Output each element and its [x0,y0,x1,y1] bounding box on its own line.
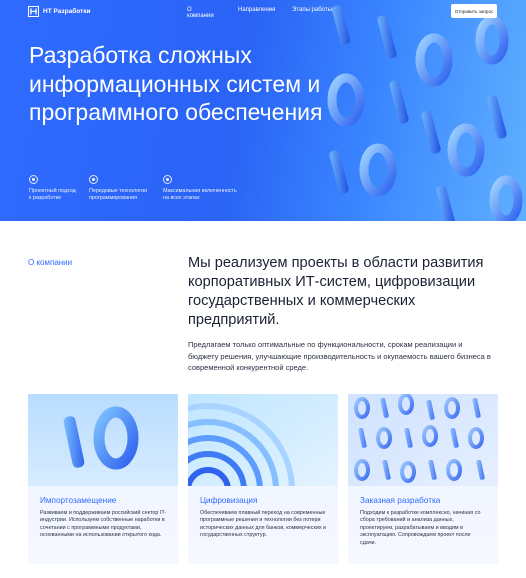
card-title: Импортозамещение [40,496,117,505]
card-digitalization[interactable]: Цифровизация Обеспечиваем плавный перехо… [188,394,338,564]
about-lead-text: Мы реализуем проекты в области развития … [188,255,484,328]
hero-title: Разработка сложных информационных систем… [29,42,323,125]
card-description: Обеспечиваем плавный переход на современ… [200,510,327,539]
top-nav: НТ Разработки О компании Направления Эта… [0,0,526,22]
hero-illustration [327,5,523,221]
card-title: Цифровизация [200,496,258,505]
logo[interactable]: НТ Разработки [28,6,91,17]
about-body-text: Предлагаем только оптимальные по функцио… [188,340,491,372]
hero-section: НТ Разработки О компании Направления Эта… [0,0,526,221]
hero-features: Проектный подход к разработке Передовые … [29,175,289,205]
feature-text: Максимальная включенность на всех этапах [163,188,237,201]
nav-link-about[interactable]: О компании [187,7,214,19]
feature-item: Передовые технологии программирования [89,175,147,201]
card-description: Подходим к разработке комплексно, начина… [360,510,481,546]
about-section-label: О компании [28,258,73,267]
send-request-button[interactable]: Отправить запрос [451,4,497,18]
card-illustration [28,394,178,486]
card-import-substitution[interactable]: Импортозамещение Развиваем и поддерживае… [28,394,178,564]
nav-link-directions[interactable]: Направления [238,7,275,13]
feature-item: Максимальная включенность на всех этапах [163,175,237,201]
card-description: Развиваем и поддерживаем российский сект… [40,510,167,539]
card-illustration [348,394,498,486]
bullet-icon [163,175,172,184]
bullet-icon [89,175,98,184]
bullet-icon [29,175,38,184]
logo-icon [28,6,39,17]
card-title: Заказная разработка [360,496,441,505]
feature-text: Проектный подход к разработке [29,188,76,201]
logo-text: НТ Разработки [43,8,91,15]
feature-item: Проектный подход к разработке [29,175,76,201]
card-illustration [188,394,338,486]
nav-link-stages[interactable]: Этапы работы [292,7,332,13]
feature-text: Передовые технологии программирования [89,188,148,201]
card-custom-development[interactable]: Заказная разработка Подходим к разработк… [348,394,498,564]
